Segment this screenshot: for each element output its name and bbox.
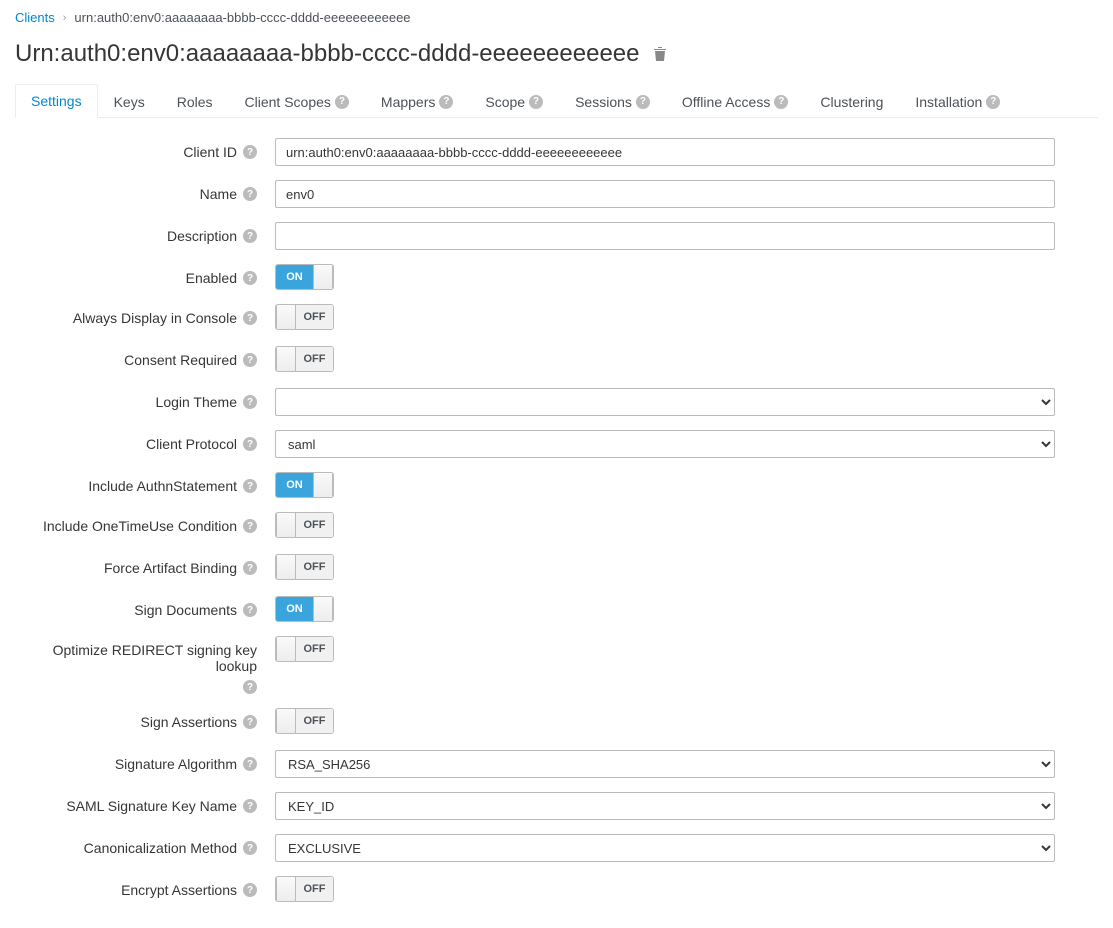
- tab-offline-access[interactable]: Offline Access?: [666, 84, 804, 118]
- description-label: Description: [167, 228, 237, 244]
- encrypt-assertions-toggle[interactable]: OFF: [275, 876, 334, 902]
- help-icon[interactable]: ?: [243, 799, 257, 813]
- description-input[interactable]: [275, 222, 1055, 250]
- include-onetime-toggle[interactable]: OFF: [275, 512, 334, 538]
- page-title: Urn:auth0:env0:aaaaaaaa-bbbb-cccc-dddd-e…: [15, 40, 639, 68]
- help-icon[interactable]: ?: [439, 95, 453, 109]
- include-authn-toggle[interactable]: ON: [275, 472, 334, 498]
- tab-clustering[interactable]: Clustering: [804, 84, 899, 118]
- help-icon[interactable]: ?: [636, 95, 650, 109]
- always-display-label: Always Display in Console: [73, 310, 237, 326]
- sign-assertions-toggle[interactable]: OFF: [275, 708, 334, 734]
- help-icon[interactable]: ?: [243, 311, 257, 325]
- login-theme-label: Login Theme: [156, 394, 237, 410]
- help-icon[interactable]: ?: [243, 479, 257, 493]
- sign-documents-toggle[interactable]: ON: [275, 596, 334, 622]
- help-icon[interactable]: ?: [243, 353, 257, 367]
- tab-keys[interactable]: Keys: [98, 84, 161, 118]
- client-protocol-select[interactable]: saml: [275, 430, 1055, 458]
- sign-assertions-label: Sign Assertions: [141, 714, 238, 730]
- page-header: Urn:auth0:env0:aaaaaaaa-bbbb-cccc-dddd-e…: [15, 40, 1098, 68]
- help-icon[interactable]: ?: [243, 757, 257, 771]
- help-icon[interactable]: ?: [243, 229, 257, 243]
- help-icon[interactable]: ?: [243, 883, 257, 897]
- client-id-input[interactable]: [275, 138, 1055, 166]
- sign-documents-label: Sign Documents: [134, 602, 237, 618]
- consent-required-toggle[interactable]: OFF: [275, 346, 334, 372]
- canonicalization-select[interactable]: EXCLUSIVE: [275, 834, 1055, 862]
- help-icon[interactable]: ?: [243, 519, 257, 533]
- help-icon[interactable]: ?: [243, 715, 257, 729]
- help-icon[interactable]: ?: [243, 841, 257, 855]
- client-id-label: Client ID: [183, 144, 237, 160]
- help-icon[interactable]: ?: [529, 95, 543, 109]
- help-icon[interactable]: ?: [335, 95, 349, 109]
- breadcrumb-root-link[interactable]: Clients: [15, 10, 55, 25]
- login-theme-select[interactable]: [275, 388, 1055, 416]
- saml-sig-key-name-select[interactable]: KEY_ID: [275, 792, 1055, 820]
- tab-settings[interactable]: Settings: [15, 84, 98, 118]
- saml-sig-key-name-label: SAML Signature Key Name: [66, 798, 237, 814]
- tab-installation[interactable]: Installation?: [899, 84, 1016, 118]
- enabled-toggle[interactable]: ON: [275, 264, 334, 290]
- name-label: Name: [200, 186, 237, 202]
- help-icon[interactable]: ?: [243, 145, 257, 159]
- tab-mappers[interactable]: Mappers?: [365, 84, 469, 118]
- settings-form: Client ID? Name? Description? Enabled? O…: [15, 138, 1098, 904]
- tab-scope[interactable]: Scope?: [469, 84, 559, 118]
- include-authn-label: Include AuthnStatement: [88, 478, 237, 494]
- name-input[interactable]: [275, 180, 1055, 208]
- force-artifact-label: Force Artifact Binding: [104, 560, 237, 576]
- help-icon[interactable]: ?: [243, 395, 257, 409]
- help-icon[interactable]: ?: [243, 187, 257, 201]
- tab-client-scopes[interactable]: Client Scopes?: [229, 84, 365, 118]
- canonicalization-label: Canonicalization Method: [84, 840, 237, 856]
- signature-algorithm-select[interactable]: RSA_SHA256: [275, 750, 1055, 778]
- help-icon[interactable]: ?: [243, 271, 257, 285]
- tab-roles[interactable]: Roles: [161, 84, 229, 118]
- optimize-redirect-toggle[interactable]: OFF: [275, 636, 334, 662]
- client-protocol-label: Client Protocol: [146, 436, 237, 452]
- always-display-toggle[interactable]: OFF: [275, 304, 334, 330]
- breadcrumb-separator: ›: [63, 12, 67, 24]
- trash-icon[interactable]: [653, 46, 667, 62]
- encrypt-assertions-label: Encrypt Assertions: [121, 882, 237, 898]
- help-icon[interactable]: ?: [986, 95, 1000, 109]
- signature-algorithm-label: Signature Algorithm: [115, 756, 237, 772]
- breadcrumb-current: urn:auth0:env0:aaaaaaaa-bbbb-cccc-dddd-e…: [74, 10, 410, 25]
- help-icon[interactable]: ?: [243, 437, 257, 451]
- help-icon[interactable]: ?: [243, 561, 257, 575]
- optimize-redirect-label: Optimize REDIRECT signing key lookup: [15, 642, 257, 674]
- help-icon[interactable]: ?: [243, 680, 257, 694]
- include-onetime-label: Include OneTimeUse Condition: [43, 518, 237, 534]
- force-artifact-toggle[interactable]: OFF: [275, 554, 334, 580]
- help-icon[interactable]: ?: [243, 603, 257, 617]
- breadcrumb: Clients › urn:auth0:env0:aaaaaaaa-bbbb-c…: [15, 10, 1098, 25]
- help-icon[interactable]: ?: [774, 95, 788, 109]
- tab-sessions[interactable]: Sessions?: [559, 84, 666, 118]
- tabs: Settings Keys Roles Client Scopes? Mappe…: [15, 83, 1098, 118]
- enabled-label: Enabled: [186, 270, 237, 286]
- consent-required-label: Consent Required: [124, 352, 237, 368]
